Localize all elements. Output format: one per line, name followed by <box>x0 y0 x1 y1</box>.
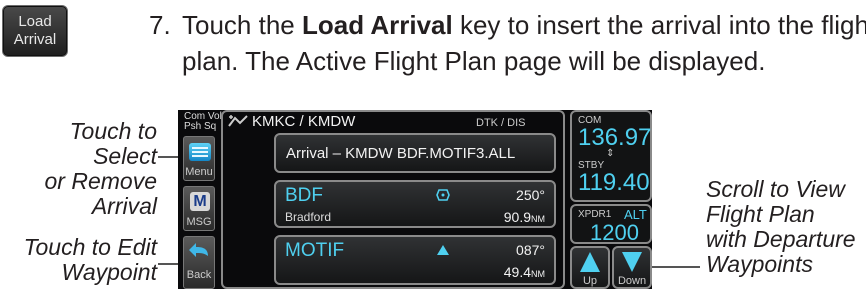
xpdr-panel[interactable]: XPDR1 ALT 1200 <box>570 204 652 245</box>
menu-icon <box>189 143 211 161</box>
waypoint-dtk: 087° <box>516 242 545 258</box>
waypoint-dis-value: 90.9 <box>503 209 531 225</box>
scroll-up-button[interactable]: Up <box>570 246 610 289</box>
callout-select-remove: Touch to Select or Remove Arrival <box>0 119 157 219</box>
waypoint-id: MOTIF <box>285 240 345 261</box>
callout-line: Flight Plan <box>706 201 815 227</box>
gtn-screen: Com Vol Psh Sq Menu M MSG Back KMKC / KM… <box>178 110 652 289</box>
callout-line: Touch to Edit <box>23 234 157 260</box>
waypoint-name: Bradford <box>285 210 332 224</box>
waypoint-dtk: 250° <box>516 187 545 203</box>
xpdr-label: XPDR1 <box>578 209 612 220</box>
key-label-line2: Arrival <box>13 31 57 48</box>
step-text-line2: plan. The Active Flight Plan page will b… <box>182 46 766 76</box>
up-label: Up <box>582 275 598 287</box>
waypoint-dis: 90.9NM <box>504 209 545 225</box>
waypoint-dis-value: 49.4 <box>503 264 531 280</box>
callout-line: Touch to Select <box>69 118 157 169</box>
com-vol-label[interactable]: Com Vol Psh Sq <box>184 112 222 132</box>
callout-scroll: Scroll to View Flight Plan with Departur… <box>706 177 866 277</box>
callout-line: with Departure <box>706 226 856 252</box>
menu-button[interactable]: Menu <box>183 136 215 181</box>
waypoint-dis-unit: NM <box>531 269 545 279</box>
back-label: Back <box>186 269 212 281</box>
xpdr-code: 1200 <box>590 220 639 245</box>
vor-icon <box>436 189 450 201</box>
waypoint-row-bdf[interactable]: BDF Bradford 250° 90.9NM <box>274 180 556 228</box>
waypoint-dis-unit: NM <box>531 214 545 224</box>
callout-line: Waypoint <box>61 259 157 285</box>
callout-line: Arrival <box>91 193 157 219</box>
step-number: 7. <box>149 10 171 40</box>
arrival-text: Arrival – KMDW BDF.MOTIF3.ALL <box>286 145 516 162</box>
back-arrow-icon <box>189 243 208 257</box>
psh-sq-text: Psh Sq <box>184 121 217 132</box>
up-arrow-icon <box>580 252 600 272</box>
swap-arrow-icon: ⇕ <box>606 148 615 159</box>
callout-line: or Remove <box>44 168 157 194</box>
flight-plan-icon <box>228 115 248 127</box>
back-button[interactable]: Back <box>183 236 215 289</box>
route-title: KMKC / KMDW <box>252 113 356 130</box>
com-panel[interactable]: COM 136.97 ⇕ STBY 119.40 <box>570 110 652 202</box>
waypoint-row-motif[interactable]: MOTIF 087° 49.4NM <box>274 235 556 285</box>
callout-line: Waypoints <box>706 251 813 277</box>
msg-icon: M <box>190 192 210 211</box>
stby-frequency: 119.40 <box>578 169 650 196</box>
key-label-line1: Load <box>18 13 52 30</box>
callout-edit-waypoint: Touch to Edit Waypoint <box>0 235 157 285</box>
menu-label: Menu <box>185 166 213 178</box>
callout-line: Scroll to View <box>706 176 845 202</box>
dtk-dis-header: DTK / DIS <box>476 117 526 129</box>
down-arrow-icon <box>622 252 642 272</box>
com-frequency: 136.97 <box>578 124 652 151</box>
msg-button[interactable]: M MSG <box>183 186 215 231</box>
waypoint-id: BDF <box>285 185 323 206</box>
load-arrival-key-icon: Load Arrival <box>2 5 68 57</box>
waypoint-dis: 49.4NM <box>504 264 545 280</box>
scroll-down-button[interactable]: Down <box>612 246 652 289</box>
arrival-row[interactable]: Arrival – KMDW BDF.MOTIF3.ALL <box>274 133 556 173</box>
intersection-icon <box>437 245 449 255</box>
step-text-post: key to insert the arrival into the fligh… <box>452 10 866 40</box>
msg-label: MSG <box>186 216 212 228</box>
step-text-line1: Touch the Load Arrival key to insert the… <box>182 10 866 41</box>
step-text-bold: Load Arrival <box>301 10 453 40</box>
down-label: Down <box>617 275 647 287</box>
step-text-pre: Touch the <box>182 10 302 40</box>
